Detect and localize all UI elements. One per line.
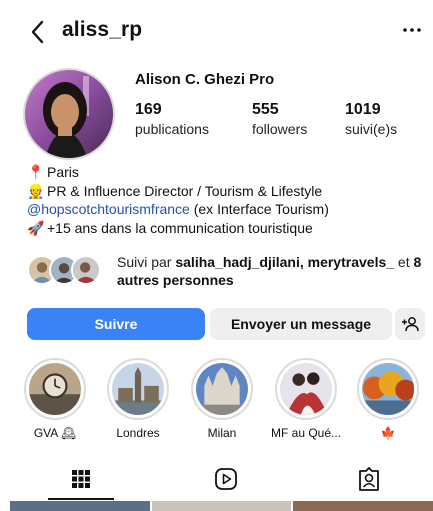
location-pin-icon: 📍 [27, 164, 45, 180]
follower-avatar [71, 255, 101, 285]
message-button[interactable]: Envoyer un message [210, 308, 392, 340]
person-emoji-icon: 👷 [27, 182, 45, 199]
stat-label: followers [252, 121, 308, 137]
followed-by-prefix: Suivi par [117, 254, 176, 270]
back-arrow-icon[interactable] [27, 18, 51, 46]
highlight-label: 🍁 [380, 426, 396, 440]
highlight-ring [191, 358, 253, 420]
bio-location: Paris [47, 164, 79, 180]
post-thumbnail[interactable] [10, 501, 150, 511]
highlight-gva[interactable]: GVA 🕰 [19, 358, 91, 440]
profile-username: aliss_rp [62, 18, 143, 41]
stat-publications[interactable]: 169 publications [135, 101, 209, 137]
tagged-icon[interactable] [356, 466, 382, 492]
bio-link-line: @hopscotchtourismfrance (ex Interface To… [27, 200, 427, 219]
profile-bio: 📍 Paris 👷 PR & Influence Director / Touris… [27, 163, 427, 237]
stat-followers[interactable]: 555 followers [252, 101, 307, 137]
followed-by-joiner: et [394, 254, 414, 270]
add-person-icon [402, 317, 419, 332]
highlight-label: GVA 🕰 [33, 426, 77, 440]
highlight-maple[interactable]: 🍁 [352, 358, 424, 440]
stat-value: 555 [252, 101, 279, 118]
profile-tabs [0, 458, 433, 500]
active-tab-indicator [48, 498, 114, 500]
suggest-user-button[interactable] [395, 308, 425, 340]
followed-by[interactable]: Suivi par saliha_hadj_djilani, merytrave… [27, 252, 427, 292]
highlight-ring [357, 358, 419, 420]
highlight-ring [275, 358, 337, 420]
full-name: Alison C. Ghezi Pro [135, 71, 275, 88]
avatar-photo [25, 70, 113, 158]
followed-by-names[interactable]: saliha_hadj_djilani, merytravels_ [175, 254, 394, 270]
highlight-cover-autumn [362, 363, 417, 415]
bio-location-line: 📍 Paris [27, 163, 427, 182]
highlight-cover-milan [196, 363, 248, 415]
followed-by-text: Suivi par saliha_hadj_djilani, merytrave… [117, 253, 432, 289]
highlight-cover-clock [29, 363, 81, 415]
highlight-londres[interactable]: Londres [102, 358, 174, 440]
profile-avatar[interactable] [23, 68, 115, 160]
reels-icon[interactable] [213, 466, 239, 492]
stat-label: suivi(e)s [345, 121, 398, 137]
bio-mention-link[interactable]: @hopscotchtourismfrance [27, 201, 190, 217]
highlight-ring [24, 358, 86, 420]
highlight-mf-quebec[interactable]: MF au Qué... [270, 358, 342, 440]
post-thumbnail[interactable] [293, 501, 433, 511]
stat-value: 169 [135, 101, 162, 118]
bio-experience-line: 🚀 +15 ans dans la communication touristiq… [27, 219, 427, 238]
stat-value: 1019 [345, 101, 381, 118]
rocket-icon: 🚀 [27, 219, 45, 236]
highlight-ring [107, 358, 169, 420]
bio-role-line: 👷 PR & Influence Director / Tourism & Lif… [27, 182, 427, 201]
highlight-label: MF au Qué... [270, 426, 342, 440]
stat-following[interactable]: 1019 suivi(e)s [345, 101, 397, 137]
post-thumbnail[interactable] [151, 501, 292, 511]
highlight-milan[interactable]: Milan [186, 358, 258, 440]
more-options-icon[interactable] [400, 20, 424, 40]
bio-role: PR & Influence Director / Tourism & Life… [47, 182, 323, 199]
posts-grid [10, 501, 433, 511]
highlight-cover-people [280, 363, 332, 415]
stat-label: publications [135, 121, 209, 137]
bio-experience: +15 ans dans la communication touristiqu… [47, 219, 313, 236]
highlight-label: Londres [116, 426, 160, 440]
follow-button[interactable]: Suivre [27, 308, 205, 340]
bio-link-suffix: (ex Interface Tourism) [189, 201, 329, 217]
grid-posts-icon[interactable] [68, 466, 94, 492]
top-bar: aliss_rp [0, 0, 433, 62]
highlight-cover-london [112, 363, 164, 415]
highlight-label: Milan [207, 426, 237, 440]
